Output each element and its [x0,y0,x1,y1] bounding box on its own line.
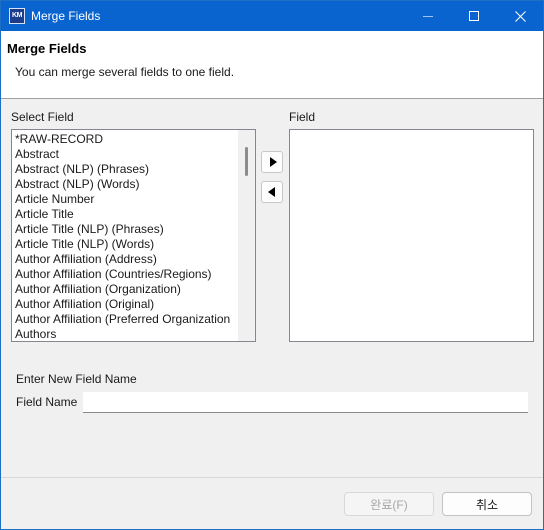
field-name-label: Field Name [16,395,78,409]
close-button[interactable] [497,1,543,31]
triangle-left-icon [267,187,275,197]
list-item[interactable]: Author Affiliation (Organization) [12,282,255,297]
list-item[interactable]: Authors [12,327,255,341]
title-bar[interactable]: KM Merge Fields [1,1,543,31]
minimize-button[interactable] [405,1,451,31]
field-list[interactable] [289,129,534,342]
window-title: Merge Fields [31,9,101,23]
list-item[interactable]: *RAW-RECORD [12,132,255,147]
select-field-label: Select Field [11,110,74,124]
finish-button[interactable]: 완료(F) [344,492,434,516]
header-description: You can merge several fields to one fiel… [15,65,235,79]
select-field-items: *RAW-RECORD Abstract Abstract (NLP) (Phras… [12,130,255,341]
app-icon: KM [9,8,25,24]
list-item[interactable]: Article Title (NLP) (Phrases) [12,222,255,237]
close-icon [514,10,526,22]
maximize-button[interactable] [451,1,497,31]
add-field-button[interactable] [261,151,283,173]
list-item[interactable]: Abstract [12,147,255,162]
list-item[interactable]: Author Affiliation (Preferred Organizati… [12,312,255,327]
field-label: Field [289,110,316,124]
triangle-right-icon [269,157,277,167]
dialog-header: Merge Fields You can merge several field… [1,31,543,99]
list-item[interactable]: Author Affiliation (Countries/Regions) [12,267,255,282]
scroll-thumb[interactable] [245,147,248,176]
minimize-icon [423,15,433,17]
field-name-input[interactable] [83,392,528,413]
list-item[interactable]: Article Title (NLP) (Words) [12,237,255,252]
list-item[interactable]: Article Title [12,207,255,222]
enter-new-field-name-label: Enter New Field Name [16,372,137,386]
cancel-button[interactable]: 취소 [442,492,532,516]
list-item[interactable]: Article Number [12,192,255,207]
merge-fields-dialog: KM Merge Fields Merge Fields You can mer… [0,0,544,530]
list-item[interactable]: Author Affiliation (Original) [12,297,255,312]
list-item[interactable]: Abstract (NLP) (Words) [12,177,255,192]
select-field-list[interactable]: *RAW-RECORD Abstract Abstract (NLP) (Phras… [11,129,256,342]
footer-separator [1,477,543,478]
list-item[interactable]: Author Affiliation (Address) [12,252,255,267]
header-title: Merge Fields [7,41,87,56]
remove-field-button[interactable] [261,181,283,203]
maximize-icon [469,11,479,21]
list-item[interactable]: Abstract (NLP) (Phrases) [12,162,255,177]
select-field-scrollbar[interactable] [238,130,255,341]
